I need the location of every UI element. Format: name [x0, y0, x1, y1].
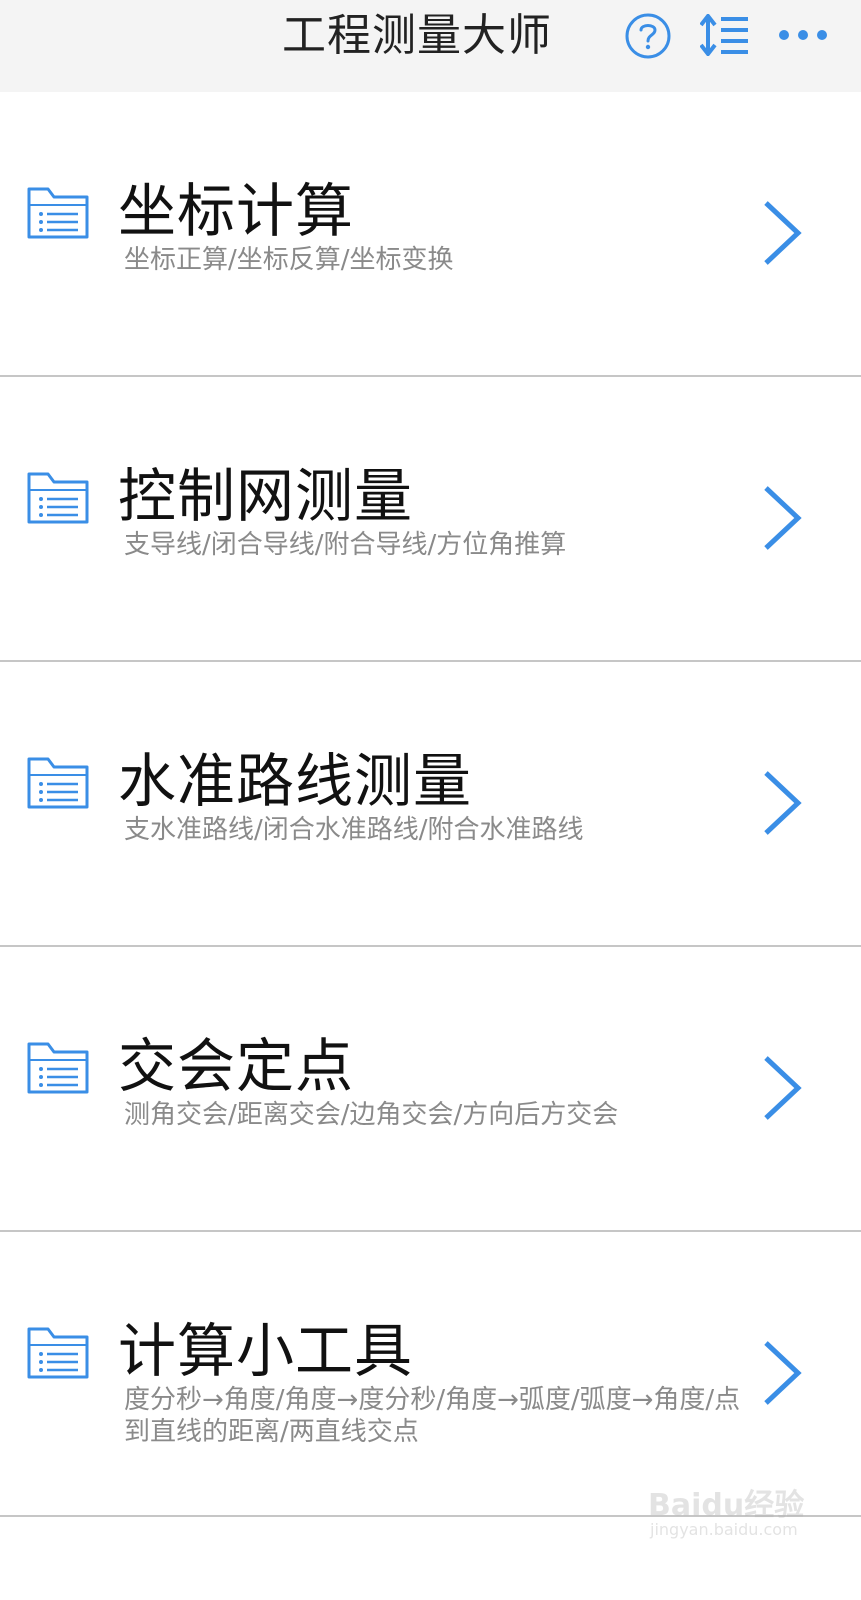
more-icon[interactable] [778, 22, 828, 48]
menu-item-title: 控制网测量 [118, 462, 414, 530]
menu-item-control-network[interactable]: 控制网测量 支导线/闭合导线/附合导线/方位角推算 [0, 377, 861, 662]
folder-icon [27, 187, 89, 239]
menu-item-title: 坐标计算 [118, 177, 355, 245]
baidu-watermark: Baidu经验 jingyan.baidu.com [648, 1480, 808, 1550]
folder-icon [27, 472, 89, 524]
menu-item-calc-tools[interactable]: 计算小工具 度分秒→角度/角度→度分秒/角度→弧度/弧度→角度/点到直线的距离/… [0, 1232, 861, 1517]
menu-item-intersection[interactable]: 交会定点 测角交会/距离交会/边角交会/方向后方交会 [0, 947, 861, 1232]
chevron-right-icon[interactable] [762, 485, 802, 551]
menu-item-title: 计算小工具 [118, 1317, 414, 1385]
menu-item-subtitle: 度分秒→角度/角度→度分秒/角度→弧度/弧度→角度/点到直线的距离/两直线交点 [124, 1385, 741, 1447]
page-title: 工程测量大师 [282, 10, 552, 61]
menu-item-subtitle: 坐标正算/坐标反算/坐标变换 [124, 245, 454, 275]
chevron-right-icon[interactable] [762, 200, 802, 266]
watermark-url: jingyan.baidu.com [650, 1520, 798, 1539]
menu-item-subtitle: 测角交会/距离交会/边角交会/方向后方交会 [124, 1100, 619, 1130]
help-icon[interactable] [624, 12, 672, 60]
menu-item-title: 交会定点 [118, 1032, 355, 1100]
menu-item-subtitle: 支水准路线/闭合水准路线/附合水准路线 [124, 815, 584, 845]
chevron-right-icon[interactable] [762, 1340, 802, 1406]
app-header: 工程测量大师 [0, 0, 861, 92]
menu-item-title: 水准路线测量 [118, 747, 473, 815]
chevron-right-icon[interactable] [762, 1055, 802, 1121]
watermark-logo: Baidu经验 [648, 1488, 805, 1523]
folder-icon [27, 1327, 89, 1379]
folder-icon [27, 1042, 89, 1094]
chevron-right-icon[interactable] [762, 770, 802, 836]
sort-icon[interactable] [700, 14, 750, 56]
menu-item-leveling-route[interactable]: 水准路线测量 支水准路线/闭合水准路线/附合水准路线 [0, 662, 861, 947]
folder-icon [27, 757, 89, 809]
menu-item-subtitle: 支导线/闭合导线/附合导线/方位角推算 [124, 530, 567, 560]
menu-item-coordinate[interactable]: 坐标计算 坐标正算/坐标反算/坐标变换 [0, 92, 861, 377]
